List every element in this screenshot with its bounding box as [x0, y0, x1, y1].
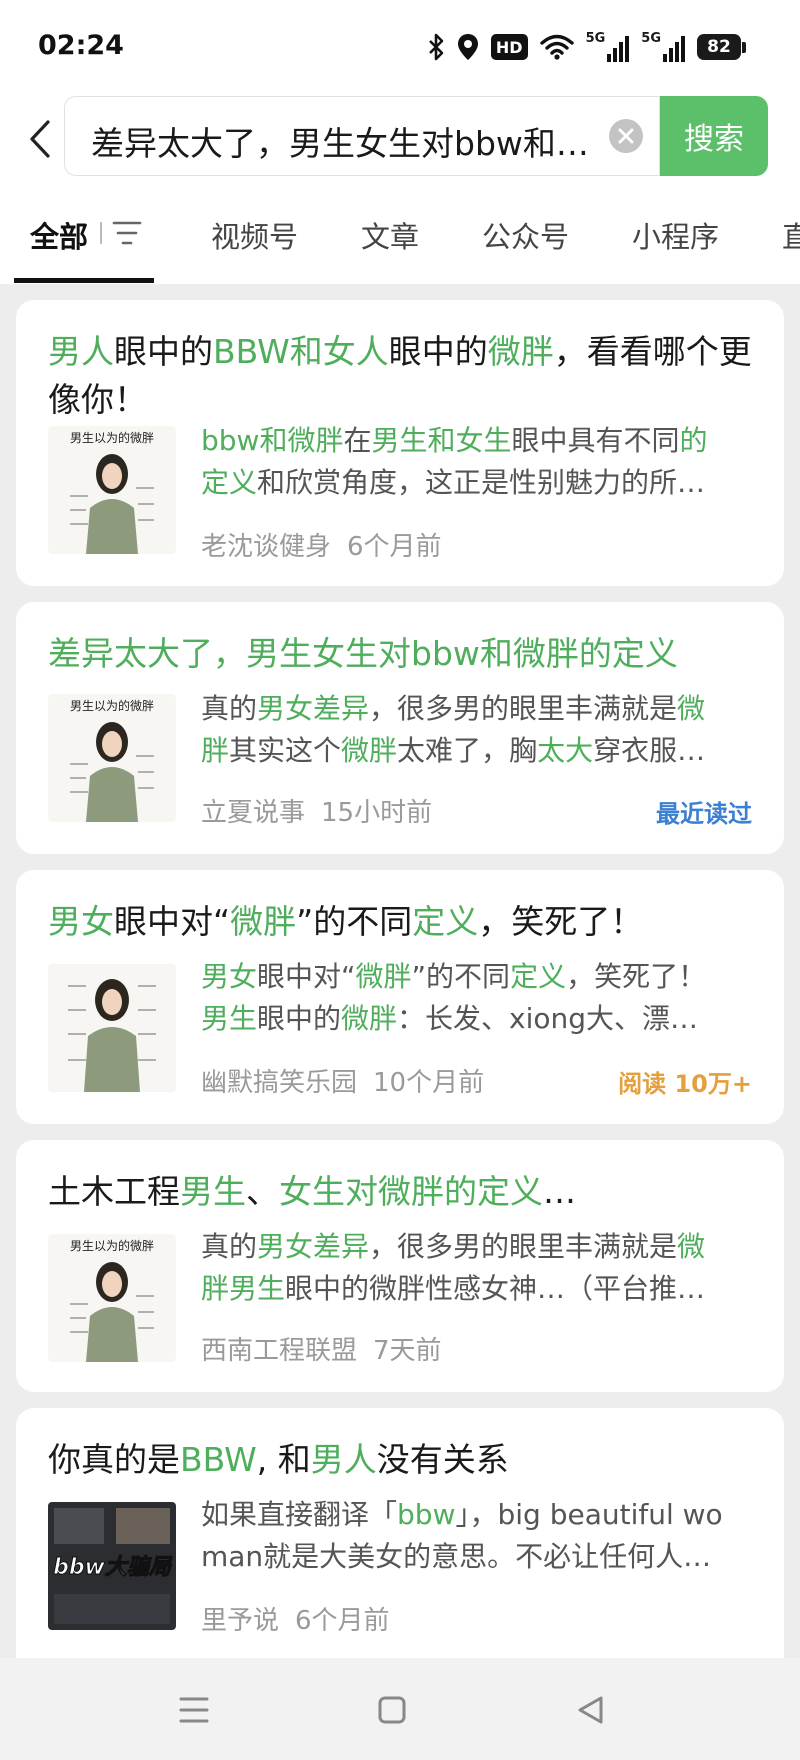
nav-back-button[interactable]	[566, 1686, 614, 1734]
result-time: 7天前	[373, 1336, 442, 1366]
result-card[interactable]: 差异太大了，男生女生对bbw和微胖的定义 男生以为的微胖 真的男女差异，很多男的…	[16, 602, 784, 854]
menu-icon	[179, 1697, 209, 1723]
bluetooth-icon	[428, 33, 444, 61]
search-tabs: 全部 视频号 文章 公众号 小程序 直	[0, 192, 800, 284]
result-author: 西南工程联盟	[201, 1336, 358, 1366]
result-card[interactable]: 你真的是BBW, 和男人没有关系 bbw大骗局 如果直接翻译「bbw」，big …	[16, 1408, 784, 1658]
net-label-1: 5G	[585, 31, 606, 46]
result-meta: 老沈谈健身 6个月前	[201, 526, 442, 563]
result-meta: 西南工程联盟 7天前	[201, 1330, 442, 1367]
result-snippet: 真的男女差异，很多男的眼里丰满就是微 胖男生眼中的微胖性感女神…（平台推…	[201, 1230, 706, 1305]
system-nav-bar	[0, 1658, 800, 1760]
tab-articles[interactable]: 文章	[361, 214, 419, 256]
result-thumbnail: 男生以为的微胖	[48, 694, 176, 822]
tab-channels[interactable]: 视频号	[211, 214, 298, 256]
recently-read-badge: 最近读过	[656, 800, 752, 828]
search-input[interactable]: 差异太大了，男生女生对bbw和…	[64, 96, 660, 176]
result-title: 男人眼中的BBW和女人眼中的微胖，看看哪个更像你！	[48, 332, 752, 419]
result-card[interactable]: 土木工程男生、女生对微胖的定义… 男生以为的微胖 真的男女差异，很多男的眼里丰满…	[16, 1140, 784, 1392]
result-snippet: 真的男女差异，很多男的眼里丰满就是微 胖其实这个微胖太难了，胸太大穿衣服…	[201, 692, 706, 767]
result-snippet: 男女眼中对“微胖”的不同定义，笑死了！ 男生眼中的微胖：长发、xiong大、漂…	[201, 960, 707, 1035]
result-card[interactable]: 男女眼中对“微胖”的不同定义，笑死了！ 男女眼中对“微胖”的不同定义，笑死了！ …	[16, 870, 784, 1124]
result-thumbnail: 男生以为的微胖	[48, 426, 176, 554]
back-button[interactable]	[20, 114, 60, 164]
result-time: 15小时前	[321, 798, 433, 828]
signal-5g-1: 5G	[586, 32, 630, 62]
tab-divider	[100, 222, 102, 244]
home-square-icon	[378, 1696, 406, 1724]
search-query-text: 差异太大了，男生女生对bbw和…	[91, 124, 589, 163]
result-meta: 里予说 6个月前	[201, 1600, 390, 1637]
result-meta: 立夏说事 15小时前	[201, 792, 432, 829]
result-title: 你真的是BBW, 和男人没有关系	[48, 1440, 509, 1479]
battery-icon: 82	[697, 34, 746, 60]
result-snippet: 如果直接翻译「bbw」，big beautiful wo man就是大美女的意思…	[201, 1498, 723, 1573]
result-thumbnail	[48, 964, 176, 1092]
nav-home-button[interactable]	[368, 1686, 416, 1734]
hd-icon: HD	[490, 34, 528, 60]
tab-mini-programs[interactable]: 小程序	[632, 214, 719, 256]
nav-menu-button[interactable]	[170, 1686, 218, 1734]
svg-text:bbw大骗局: bbw大骗局	[53, 1554, 173, 1580]
tab-all[interactable]: 全部	[30, 214, 88, 256]
svg-text:男生以为的微胖: 男生以为的微胖	[70, 430, 154, 445]
result-title: 男女眼中对“微胖”的不同定义，笑死了！	[48, 902, 644, 941]
status-bar: 02:24 HD 5G 5G 82	[0, 0, 800, 92]
status-icons: HD 5G 5G 82	[427, 30, 746, 64]
wifi-icon	[539, 34, 574, 60]
result-time: 6个月前	[295, 1606, 390, 1636]
svg-text:男生以为的微胖: 男生以为的微胖	[70, 1238, 154, 1253]
tab-live[interactable]: 直	[782, 214, 800, 256]
back-triangle-icon	[578, 1696, 603, 1724]
result-thumbnail: 男生以为的微胖	[48, 1234, 176, 1362]
result-snippet: bbw和微胖在男生和女生眼中具有不同的 定义和欣赏角度，这正是性别魅力的所…	[201, 424, 708, 499]
result-author: 里予说	[201, 1606, 280, 1636]
read-count-badge: 阅读 10万+	[618, 1070, 752, 1098]
result-author: 幽默搞笑乐园	[201, 1068, 358, 1098]
result-author: 老沈谈健身	[201, 532, 332, 562]
result-time: 6个月前	[347, 532, 442, 562]
result-thumbnail: bbw大骗局	[48, 1502, 176, 1630]
signal-5g-2: 5G	[641, 32, 685, 62]
active-tab-indicator	[14, 278, 154, 283]
filter-icon[interactable]	[112, 220, 142, 246]
result-title: 差异太大了，男生女生对bbw和微胖的定义	[48, 634, 678, 673]
result-time: 10个月前	[373, 1068, 485, 1098]
tab-official-accounts[interactable]: 公众号	[482, 214, 569, 256]
chevron-left-icon	[30, 120, 50, 158]
net-label-2: 5G	[641, 31, 661, 46]
result-card[interactable]: 男人眼中的BBW和女人眼中的微胖，看看哪个更像你！ 男生以为的微胖 bbw和微胖…	[16, 300, 784, 586]
search-header: 差异太大了，男生女生对bbw和… 搜索	[0, 92, 800, 192]
result-author: 立夏说事	[201, 798, 306, 828]
svg-text:男生以为的微胖: 男生以为的微胖	[70, 698, 154, 713]
clear-circle-icon	[618, 128, 634, 144]
result-title: 土木工程男生、女生对微胖的定义…	[48, 1172, 576, 1211]
result-meta: 幽默搞笑乐园 10个月前	[201, 1062, 484, 1099]
results-list: 男人眼中的BBW和女人眼中的微胖，看看哪个更像你！ 男生以为的微胖 bbw和微胖…	[0, 284, 800, 1658]
clear-search-button[interactable]	[609, 119, 643, 153]
location-icon	[457, 34, 478, 60]
status-time: 02:24	[38, 30, 124, 61]
search-button[interactable]: 搜索	[660, 96, 768, 176]
battery-level: 82	[697, 34, 741, 60]
